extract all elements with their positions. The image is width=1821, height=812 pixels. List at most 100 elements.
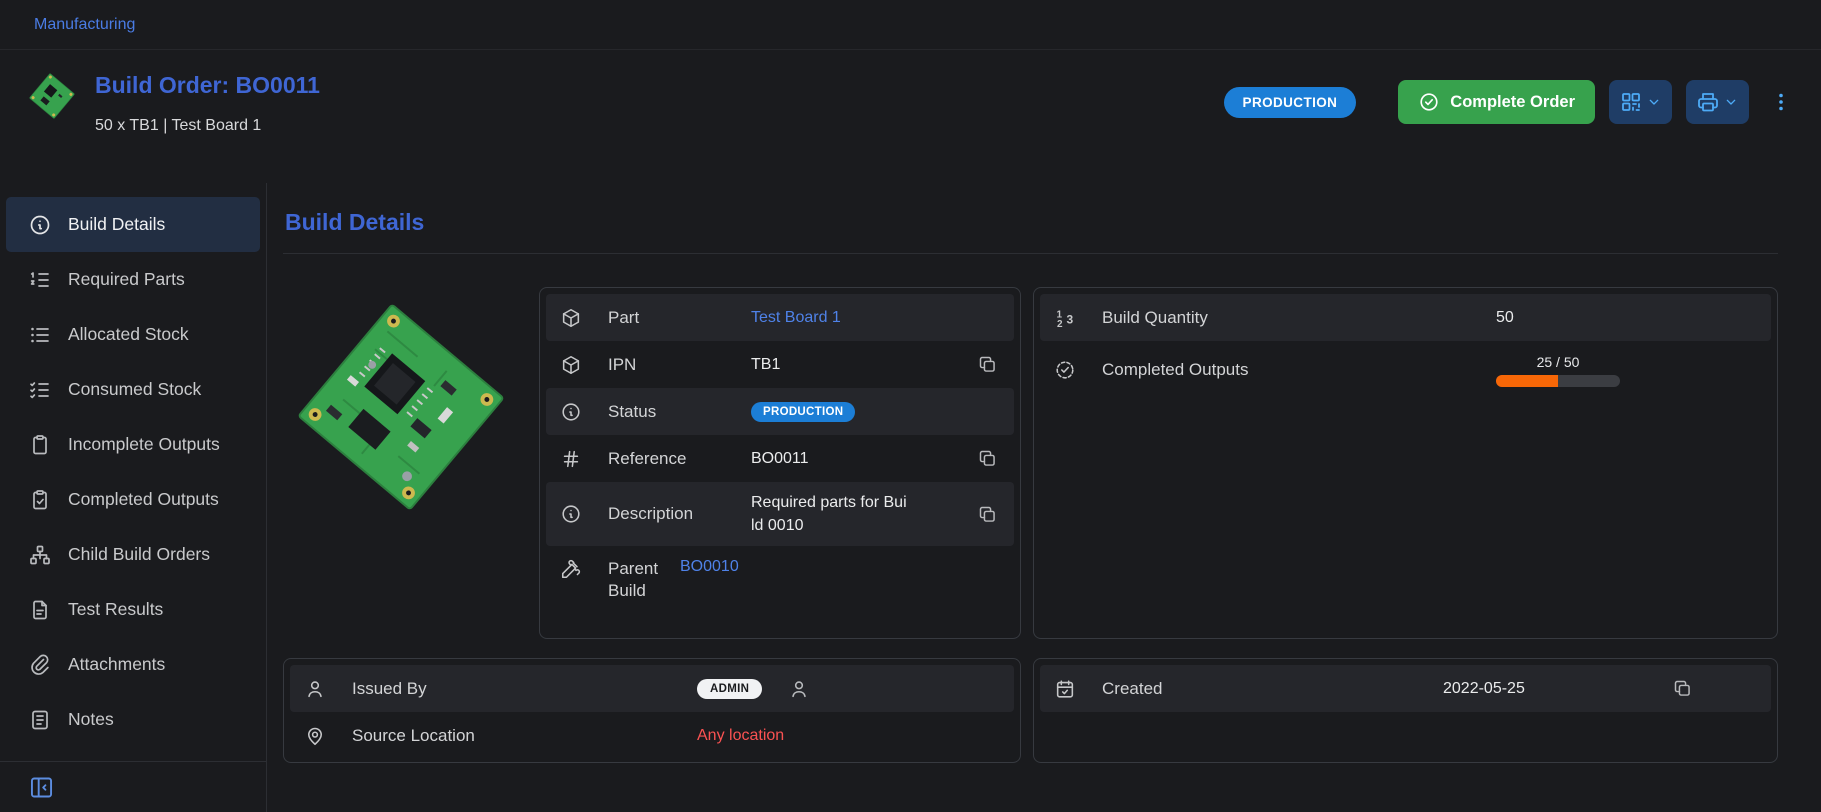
detail-row-status: Status PRODUCTION	[546, 388, 1014, 435]
copy-icon[interactable]	[975, 502, 1000, 527]
page-subtitle: 50 x TB1 | Test Board 1	[95, 117, 320, 135]
sidebar-item-label: Incomplete Outputs	[68, 434, 220, 455]
source-location-row: Source Location Any location	[290, 712, 1014, 759]
detail-label: Status	[608, 402, 751, 422]
source-location-value: Any location	[697, 727, 784, 745]
sidebar-item-child-build-orders[interactable]: Child Build Orders	[6, 527, 260, 582]
list-icon	[28, 323, 52, 347]
sidebar-item-label: Consumed Stock	[68, 379, 201, 400]
issued-panel: Issued By ADMIN Source Location	[283, 658, 1021, 763]
complete-order-label: Complete Order	[1450, 93, 1575, 112]
detail-label: Reference	[608, 449, 751, 469]
detail-label: IPN	[608, 355, 751, 375]
issued-by-row: Issued By ADMIN	[290, 665, 1014, 712]
page-title: Build Order: BO0011	[95, 72, 320, 99]
part-image[interactable]	[283, 287, 519, 639]
build-quantity-value: 50	[1496, 309, 1514, 327]
build-quantity-row: 123 Build Quantity 50	[1040, 294, 1771, 341]
copy-icon[interactable]	[1670, 676, 1695, 701]
barcode-actions-button[interactable]	[1609, 80, 1672, 124]
sitemap-icon	[28, 543, 52, 567]
clipboard-check-icon	[28, 488, 52, 512]
header-titles: Build Order: BO0011 50 x TB1 | Test Boar…	[95, 68, 320, 135]
sidebar-item-label: Notes	[68, 709, 114, 730]
box-icon	[560, 307, 586, 329]
part-thumbnail-image[interactable]	[26, 70, 78, 122]
sidebar-footer	[0, 761, 266, 806]
sidebar-item-attachments[interactable]: Attachments	[6, 637, 260, 692]
calendar-icon	[1054, 678, 1080, 700]
completed-outputs-row: Completed Outputs 25 / 50	[1040, 341, 1771, 399]
sidebar-item-label: Required Parts	[68, 269, 185, 290]
user-icon	[304, 678, 330, 700]
quantities-panel: 123 Build Quantity 50 Completed Outputs …	[1033, 287, 1778, 639]
issued-by-label: Issued By	[352, 679, 697, 699]
sidebar-item-label: Completed Outputs	[68, 489, 219, 510]
detail-row-ipn: IPN TB1	[546, 341, 1014, 388]
svg-text:2: 2	[1057, 319, 1063, 330]
reference-value: BO0011	[751, 450, 809, 468]
sidebar-item-label: Test Results	[68, 599, 163, 620]
progress-text: 25 / 50	[1537, 354, 1580, 370]
sidebar-item-test-results[interactable]: Test Results	[6, 582, 260, 637]
detail-row-description: Description Required parts for Build 001…	[546, 482, 1014, 546]
more-actions-button[interactable]	[1767, 88, 1795, 116]
sidebar-item-consumed-stock[interactable]: Consumed Stock	[6, 362, 260, 417]
created-panel: Created 2022-05-25	[1033, 658, 1778, 763]
source-location-label: Source Location	[352, 726, 697, 746]
sidebar-item-notes[interactable]: Notes	[6, 692, 260, 747]
detail-row-part: Part Test Board 1	[546, 294, 1014, 341]
sidebar-item-label: Child Build Orders	[68, 544, 210, 565]
description-value: Required parts for Build 0010	[751, 491, 908, 537]
progress-track	[1496, 375, 1620, 387]
print-actions-button[interactable]	[1686, 80, 1749, 124]
sidebar-item-build-details[interactable]: Build Details	[6, 197, 260, 252]
sidebar-item-label: Attachments	[68, 654, 165, 675]
page-header: Build Order: BO0011 50 x TB1 | Test Boar…	[0, 50, 1821, 183]
info-circle-icon	[28, 213, 52, 237]
copy-icon[interactable]	[975, 352, 1000, 377]
chevron-down-icon	[1723, 94, 1739, 110]
list-check-icon	[28, 378, 52, 402]
created-row: Created 2022-05-25	[1040, 665, 1771, 712]
section-title: Build Details	[285, 209, 1778, 236]
hash-icon	[560, 448, 586, 470]
sidebar-item-allocated-stock[interactable]: Allocated Stock	[6, 307, 260, 362]
sidebar-item-required-parts[interactable]: Required Parts	[6, 252, 260, 307]
sidebar-item-completed-outputs[interactable]: Completed Outputs	[6, 472, 260, 527]
build-details-panel: Part Test Board 1 IPN TB1	[539, 287, 1021, 639]
detail-row-reference: Reference BO0011	[546, 435, 1014, 482]
info-circle-icon	[560, 401, 586, 423]
numbers-123-icon: 123	[1054, 306, 1080, 330]
detail-label: Description	[608, 504, 751, 524]
copy-icon[interactable]	[975, 446, 1000, 471]
sidebar-item-label: Build Details	[68, 214, 165, 235]
collapse-sidebar-button[interactable]	[28, 774, 55, 801]
sidebar-collapse-icon	[28, 774, 55, 801]
complete-order-button[interactable]: Complete Order	[1398, 80, 1595, 124]
tools-icon	[560, 558, 586, 580]
breadcrumb: Manufacturing	[0, 0, 1821, 50]
paperclip-icon	[28, 653, 52, 677]
breadcrumb-manufacturing[interactable]: Manufacturing	[34, 16, 135, 34]
part-link[interactable]: Test Board 1	[751, 309, 841, 327]
detail-row-parent-build: Parent Build BO0010	[546, 546, 1014, 602]
build-quantity-label: Build Quantity	[1102, 308, 1496, 328]
test-report-icon	[28, 598, 52, 622]
progress-fill	[1496, 375, 1558, 387]
sidebar: Build Details Required Parts Allocated S…	[0, 183, 267, 812]
parent-build-link[interactable]: BO0010	[680, 558, 739, 576]
sidebar-item-label: Allocated Stock	[68, 324, 189, 345]
list-numbers-icon	[28, 268, 52, 292]
printer-icon	[1696, 90, 1720, 114]
detail-label: Parent Build	[608, 558, 680, 602]
header-actions: PRODUCTION Complete Order	[1224, 80, 1795, 124]
status-badge: PRODUCTION	[751, 402, 855, 422]
sidebar-item-incomplete-outputs[interactable]: Incomplete Outputs	[6, 417, 260, 472]
admin-badge: ADMIN	[697, 679, 762, 699]
circle-check-icon	[1418, 91, 1440, 113]
section-divider	[283, 253, 1778, 254]
created-label: Created	[1102, 679, 1443, 699]
created-value: 2022-05-25	[1443, 680, 1525, 698]
clipboard-icon	[28, 433, 52, 457]
